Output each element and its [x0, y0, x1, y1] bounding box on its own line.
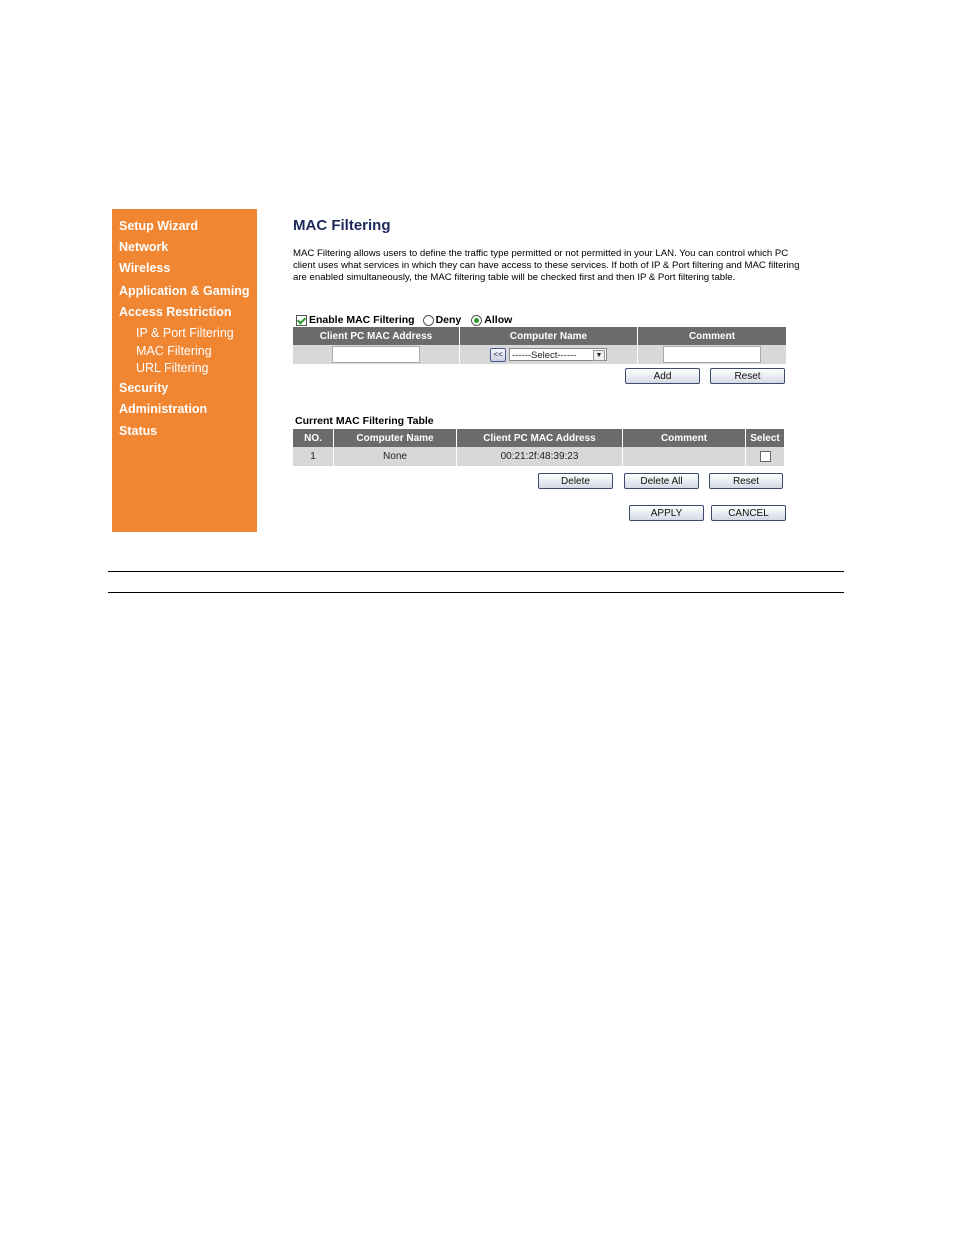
header-computer-name: Computer Name	[459, 327, 638, 345]
deny-label: Deny	[435, 314, 462, 326]
deny-radio[interactable]	[422, 314, 434, 326]
allow-radio[interactable]	[471, 314, 483, 326]
sidebar-item-status[interactable]: Status	[119, 424, 157, 438]
computer-name-select[interactable]: ------Select------ ▼	[509, 348, 607, 361]
table-row: 1 None 00:21:2f:48:39:23	[293, 447, 784, 466]
cell-mac: 00:21:2f:48:39:23	[456, 447, 623, 466]
sidebar-item-security[interactable]: Security	[119, 381, 168, 395]
cell-comment	[622, 447, 746, 466]
sidebar-item-application-gaming[interactable]: Application & Gaming	[119, 284, 250, 298]
header-comment: Comment	[622, 429, 746, 447]
page-description: MAC Filtering allows users to define the…	[293, 248, 800, 283]
cell-select	[745, 447, 784, 466]
comment-cell	[637, 345, 786, 364]
header-select: Select	[745, 429, 784, 447]
cancel-button[interactable]: CANCEL	[711, 505, 786, 521]
reset-button[interactable]: Reset	[710, 368, 785, 384]
sidebar-subitem-url-filtering[interactable]: URL Filtering	[136, 361, 208, 375]
page-title: MAC Filtering	[293, 217, 391, 234]
filter-options: Enable MAC Filtering Deny Allow	[296, 314, 512, 326]
divider-bottom	[108, 592, 844, 593]
cell-no: 1	[293, 447, 334, 466]
sidebar-nav: Setup Wizard Network Wireless Applicatio…	[112, 209, 257, 532]
copy-computer-button[interactable]: <<	[490, 347, 506, 362]
enable-mac-filtering-label: Enable MAC Filtering	[309, 314, 415, 326]
header-client-mac: Client PC MAC Address	[456, 429, 623, 447]
sidebar-item-access-restriction[interactable]: Access Restriction	[119, 305, 232, 319]
delete-all-button[interactable]: Delete All	[624, 473, 699, 489]
delete-button[interactable]: Delete	[538, 473, 613, 489]
apply-button[interactable]: APPLY	[629, 505, 704, 521]
computer-name-select-value: ------Select------	[512, 350, 577, 361]
reset-table-button[interactable]: Reset	[709, 473, 783, 489]
sidebar-item-wireless[interactable]: Wireless	[119, 261, 170, 275]
header-no: NO.	[293, 429, 334, 447]
mac-cell	[293, 345, 460, 364]
sidebar-subitem-mac-filtering[interactable]: MAC Filtering	[136, 344, 212, 358]
chevron-down-icon: ▼	[593, 350, 605, 361]
cell-computer-name: None	[333, 447, 457, 466]
mac-entry-table: Client PC MAC Address Computer Name Comm…	[293, 327, 786, 364]
divider-top	[108, 571, 844, 572]
current-mac-table: NO. Computer Name Client PC MAC Address …	[293, 429, 784, 466]
header-computer-name: Computer Name	[333, 429, 457, 447]
row-select-checkbox[interactable]	[759, 450, 771, 462]
add-button[interactable]: Add	[625, 368, 700, 384]
computer-name-cell: << ------Select------ ▼	[459, 345, 638, 364]
mac-address-input[interactable]	[332, 346, 420, 363]
header-comment: Comment	[637, 327, 786, 345]
enable-mac-filtering-checkbox[interactable]	[296, 314, 307, 326]
comment-input[interactable]	[663, 346, 761, 363]
sidebar-subitem-ip-port-filtering[interactable]: IP & Port Filtering	[136, 326, 234, 340]
header-client-mac: Client PC MAC Address	[293, 327, 460, 345]
current-table-title: Current MAC Filtering Table	[295, 415, 434, 427]
sidebar-item-setup-wizard[interactable]: Setup Wizard	[119, 219, 198, 233]
sidebar-item-administration[interactable]: Administration	[119, 402, 207, 416]
allow-label: Allow	[484, 314, 513, 326]
sidebar-item-network[interactable]: Network	[119, 240, 168, 254]
